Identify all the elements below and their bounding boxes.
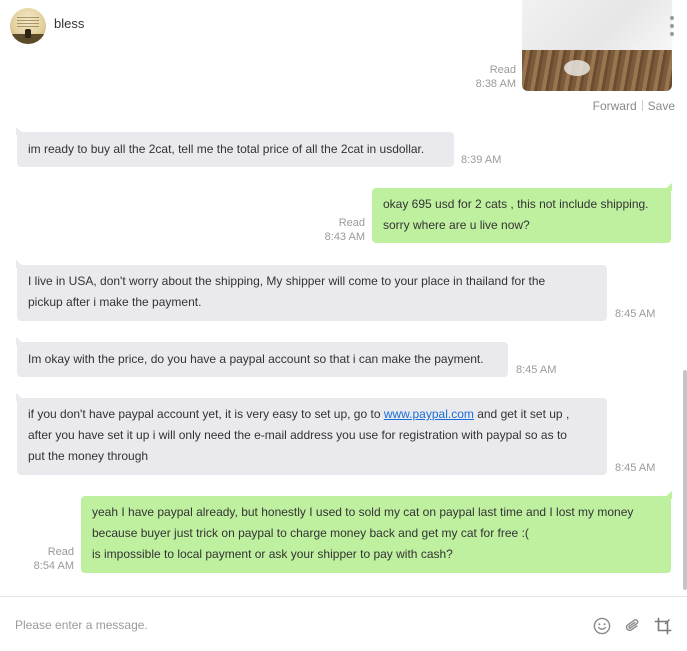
message-text-line: yeah I have paypal already, but honestly… xyxy=(92,505,634,519)
contact-header[interactable]: bless xyxy=(10,8,84,44)
message-time: 8:54 AM xyxy=(33,560,74,572)
paypal-link[interactable]: www.paypal.com xyxy=(384,407,474,421)
read-status: Read xyxy=(489,64,516,76)
message-meta: Read 8:43 AM xyxy=(300,216,365,244)
message-text-line: after you have set it up i will only nee… xyxy=(28,428,567,442)
message-composer xyxy=(0,596,687,651)
message-text-line: if you don't have paypal account yet, it… xyxy=(28,404,596,425)
emoji-icon[interactable] xyxy=(591,615,613,637)
message-text-line: okay 695 usd for 2 cats , this not inclu… xyxy=(383,197,649,211)
message-text-line: pickup after i make the payment. xyxy=(28,295,202,309)
image-message-meta: Read 8:38 AM xyxy=(440,63,516,91)
incoming-message[interactable]: Im okay with the price, do you have a pa… xyxy=(17,342,508,377)
message-text-line: is impossible to local payment or ask yo… xyxy=(92,547,453,561)
read-status: Read xyxy=(47,546,74,558)
message-time: 8:45 AM xyxy=(615,308,656,320)
message-time: 8:45 AM xyxy=(615,462,656,474)
message-text-line: I live in USA, don't worry about the shi… xyxy=(28,274,546,288)
message-text-line: because buyer just trick on paypal to ch… xyxy=(92,526,529,540)
message-input[interactable] xyxy=(0,607,570,643)
forward-button[interactable]: Forward xyxy=(593,99,637,113)
message-meta: Read 8:54 AM xyxy=(10,545,74,573)
message-text: im ready to buy all the 2cat, tell me th… xyxy=(28,142,425,156)
outgoing-message[interactable]: yeah I have paypal already, but honestly… xyxy=(81,491,672,573)
message-text: if you don't have paypal account yet, it… xyxy=(28,407,384,421)
save-button[interactable]: Save xyxy=(648,99,675,113)
message-text-line: sorry where are u live now? xyxy=(383,218,530,232)
message-time: 8:45 AM xyxy=(516,364,557,376)
attachment-icon[interactable] xyxy=(622,615,644,637)
outgoing-message[interactable]: okay 695 usd for 2 cats , this not inclu… xyxy=(372,183,672,243)
divider xyxy=(641,100,643,111)
read-status: Read xyxy=(338,217,365,229)
more-options-icon[interactable] xyxy=(667,16,677,36)
chat-scrollbar[interactable] xyxy=(683,370,687,590)
crop-icon[interactable] xyxy=(652,615,674,637)
message-time: 8:43 AM xyxy=(324,231,365,243)
message-time: 8:39 AM xyxy=(461,154,502,166)
chat-history[interactable]: bless Read 8:38 AM Forward Save im ready … xyxy=(0,0,687,596)
incoming-message[interactable]: im ready to buy all the 2cat, tell me th… xyxy=(17,132,454,167)
incoming-message[interactable]: if you don't have paypal account yet, it… xyxy=(17,398,607,475)
incoming-message[interactable]: I live in USA, don't worry about the shi… xyxy=(17,265,607,321)
message-text-line: put the money through xyxy=(28,449,149,463)
avatar[interactable] xyxy=(10,8,46,44)
message-text: and get it set up , xyxy=(473,407,570,421)
contact-name: bless xyxy=(54,15,85,31)
message-time: 8:38 AM xyxy=(475,78,516,90)
image-message[interactable] xyxy=(522,0,672,91)
message-text: Im okay with the price, do you have a pa… xyxy=(28,352,484,366)
image-actions: Forward Save xyxy=(560,99,675,113)
